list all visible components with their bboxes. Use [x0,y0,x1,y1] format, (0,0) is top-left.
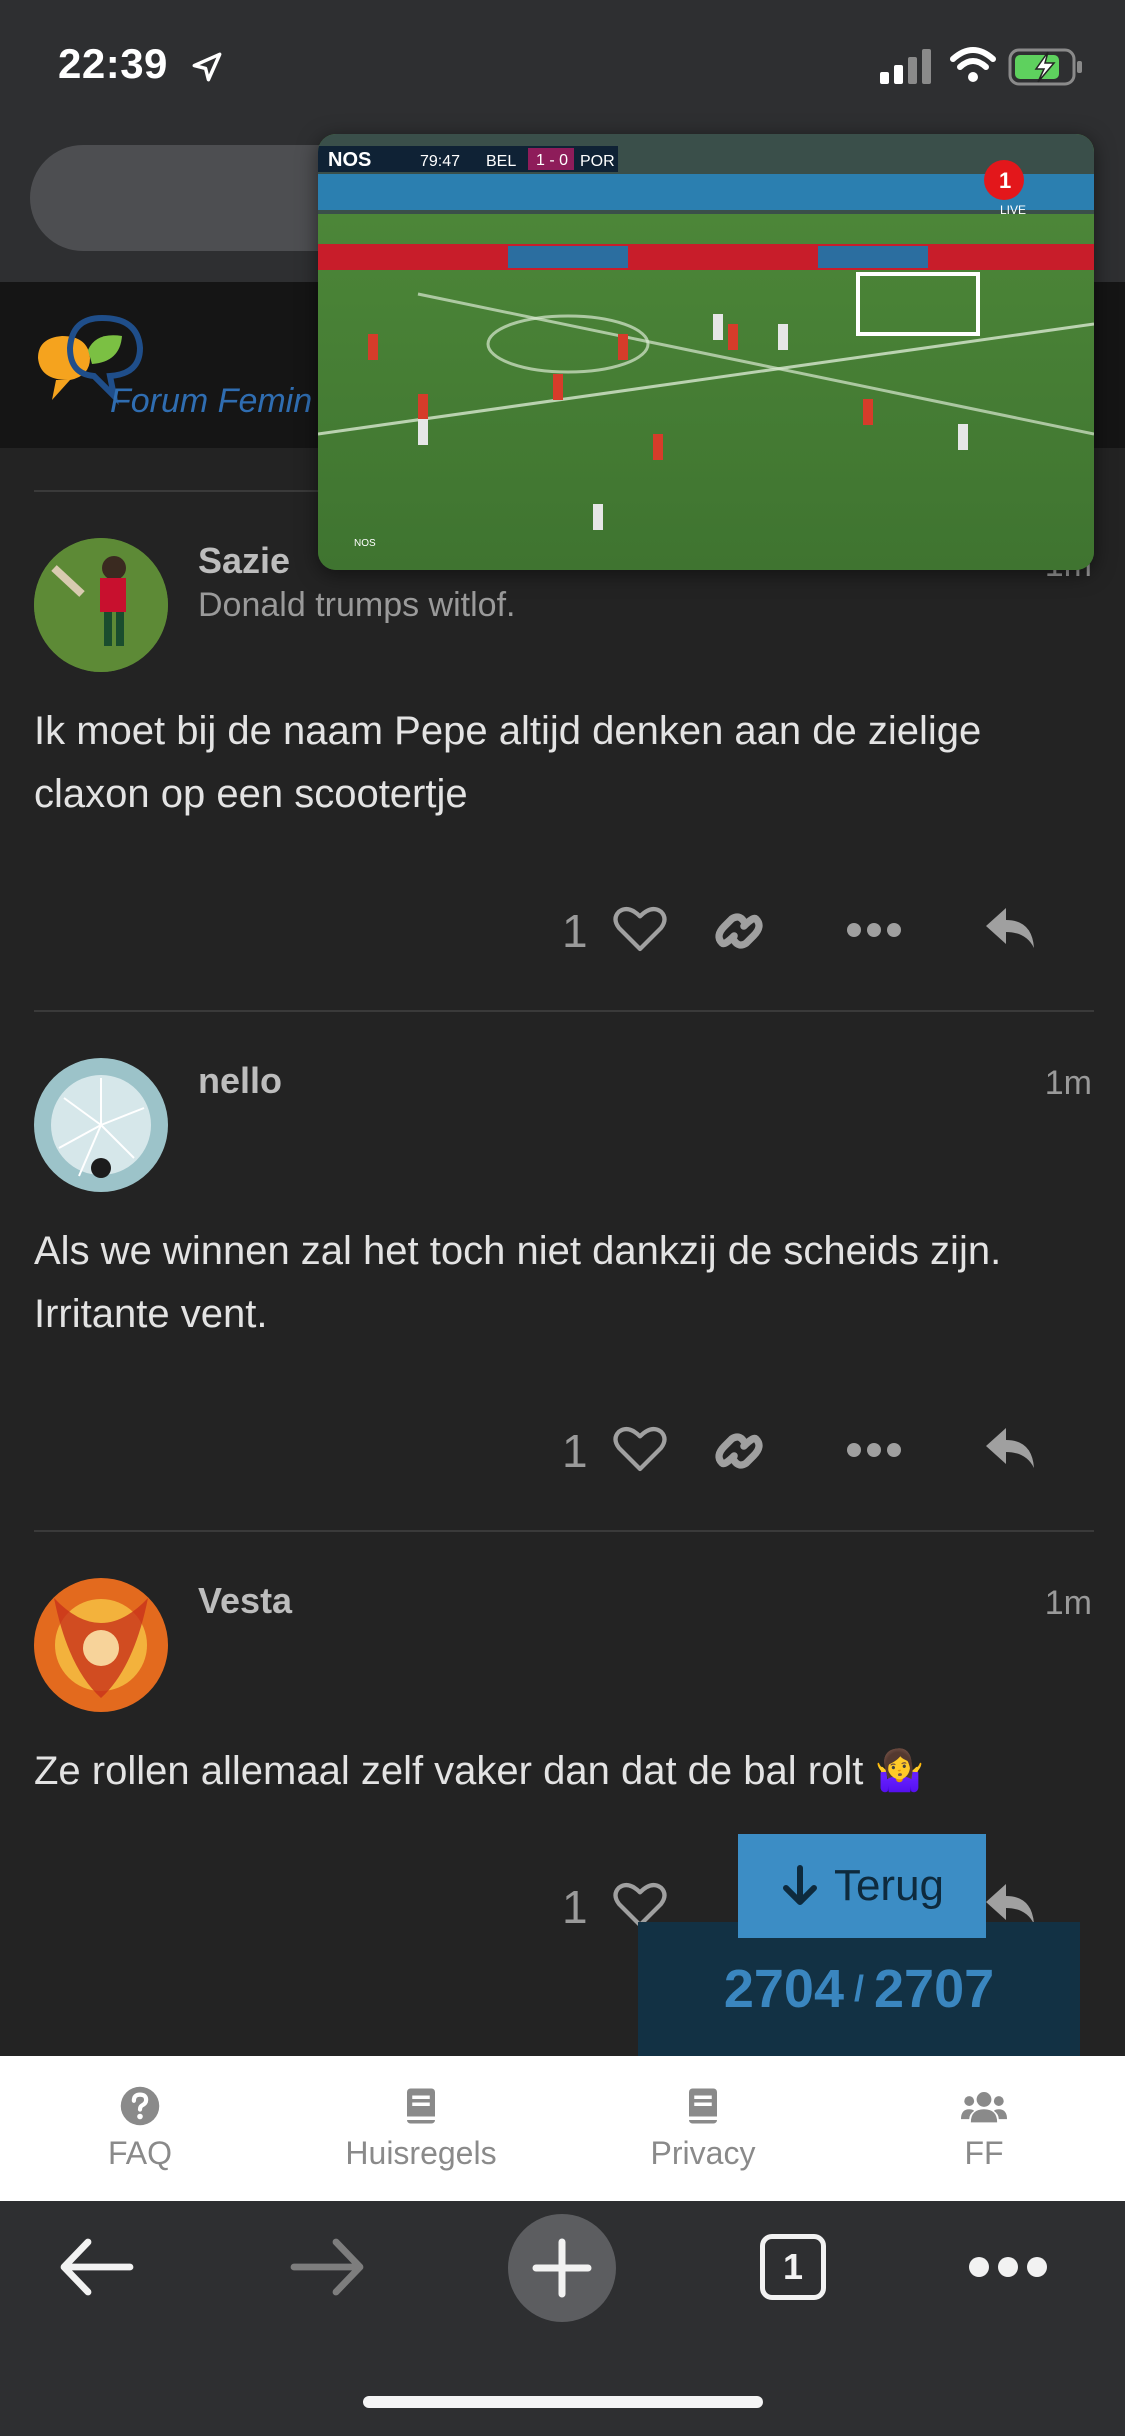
heart-icon[interactable] [612,1422,668,1474]
current-post-number: 2704 [723,1959,844,2019]
pip-home-team: BEL [486,153,516,170]
avatar[interactable] [34,1058,168,1192]
tabs-button[interactable]: 1 [760,2234,826,2300]
post-divider [34,1010,1094,1012]
new-tab-button[interactable] [508,2214,616,2322]
football-broadcast-frame: NOS 79:47 BEL 1 - 0 POR 1 LIVE NOS [318,134,1094,570]
pip-watermark: NOS [354,538,376,549]
like-count: 1 [562,1881,588,1933]
home-indicator [363,2396,763,2408]
total-post-number: 2707 [874,1959,995,2019]
arrow-down-icon [782,1865,817,1905]
pip-clock: 79:47 [420,153,460,170]
footer-item-faq[interactable]: FAQ [30,2085,250,2172]
location-arrow-icon [192,52,222,82]
post-username[interactable]: nello [198,1060,282,1102]
heart-icon[interactable] [612,902,668,954]
post-position-counter[interactable]: 2704 / 2707 [638,1922,1080,2056]
post-time[interactable]: 1m [1040,1064,1092,1103]
forum-logo-text: Forum Femin [110,382,313,420]
back-button-label: Terug [833,1861,945,1910]
question-icon [120,2086,160,2126]
reply-icon[interactable] [982,1424,1038,1472]
reply-icon[interactable] [982,1880,1038,1928]
pip-score: 1 - 0 [536,152,568,169]
footer-item-ff[interactable]: FF [874,2085,1094,2172]
footer-label: Privacy [650,2135,756,2171]
footer-item-huisregels[interactable]: Huisregels [311,2085,531,2172]
more-options-icon[interactable] [846,1440,902,1460]
pip-away-team: POR [580,153,615,170]
footer-label: FAQ [107,2135,172,2171]
wifi-icon [950,47,996,82]
post-user-title: Donald trumps witlof. [198,586,516,624]
counter-separator: / [853,1968,864,2009]
pip-channel-badge: 1 [999,168,1011,193]
pip-live-label: LIVE [1000,203,1026,217]
users-icon [961,2092,1007,2123]
book-icon [407,2088,435,2124]
link-icon[interactable] [710,902,768,960]
post-text: Ze rollen allemaal zelf vaker dan dat de… [34,1749,925,1793]
post-username[interactable]: Vesta [198,1580,292,1622]
signal-icon [880,49,931,84]
post-text: Als we winnen zal het toch niet dankzij … [34,1229,1002,1336]
more-options-icon[interactable] [846,920,902,940]
forward-arrow-icon[interactable] [290,2238,366,2296]
status-time: 22:39 [58,40,168,87]
like-count: 1 [562,905,588,957]
avatar[interactable] [34,1578,168,1712]
book-icon [689,2088,717,2124]
back-arrow-icon[interactable] [58,2238,134,2296]
plus-icon [532,2238,592,2298]
reply-icon[interactable] [982,904,1038,952]
like-count: 1 [562,1425,588,1477]
post-time[interactable]: 1m [1040,1584,1092,1623]
post-text: Ik moet bij de naam Pepe altijd denken a… [34,709,982,816]
footer-item-privacy[interactable]: Privacy [593,2085,813,2172]
footer-label: Huisregels [345,2135,497,2171]
tabs-count: 1 [782,2246,804,2287]
post-divider [34,1530,1094,1532]
picture-in-picture-video[interactable]: NOS 79:47 BEL 1 - 0 POR 1 LIVE NOS [318,134,1094,570]
link-icon[interactable] [710,1422,768,1480]
footer-label: FF [964,2135,1004,2171]
back-button[interactable]: Terug [738,1834,986,1938]
avatar[interactable] [34,538,168,672]
post-username[interactable]: Sazie [198,540,290,582]
pip-broadcaster: NOS [328,149,371,171]
menu-dots-icon[interactable] [966,2254,1050,2280]
battery-charging-icon [1008,48,1082,86]
